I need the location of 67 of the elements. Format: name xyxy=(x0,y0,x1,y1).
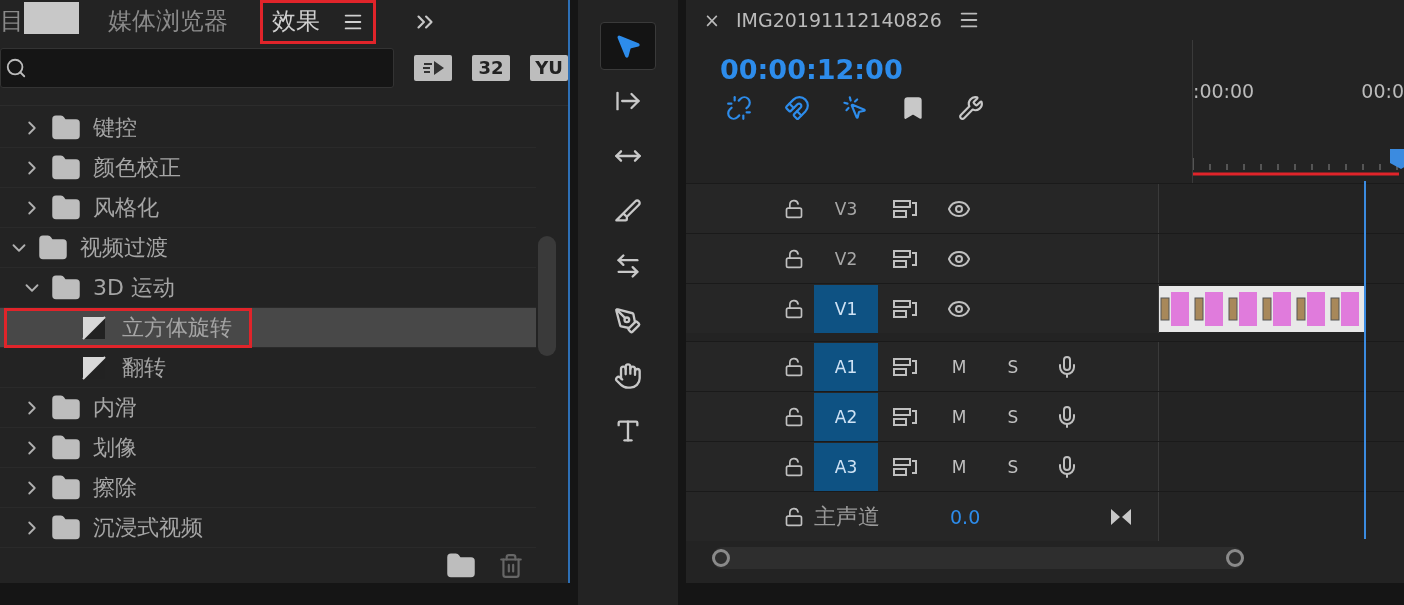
lock-icon[interactable] xyxy=(784,198,804,219)
scroll-handle[interactable] xyxy=(1226,549,1244,567)
tree-item[interactable]: 风格化 xyxy=(0,188,536,229)
track-name: 主声道 xyxy=(814,502,880,531)
tree-item[interactable]: 颜色校正 xyxy=(0,148,536,189)
panel-tab[interactable]: 目 xyxy=(0,0,24,44)
tree-item[interactable]: 视频过渡 xyxy=(0,228,536,269)
ruler-label: :00:00 xyxy=(1193,80,1255,102)
tree-item[interactable]: 擦除 xyxy=(0,468,536,509)
play-icon xyxy=(421,58,445,77)
highlight-frame: 立方体旋转 xyxy=(6,309,250,346)
track-target[interactable]: A1 xyxy=(814,342,878,391)
track-target[interactable]: V2 xyxy=(814,234,878,283)
tree-item[interactable]: 划像 xyxy=(0,428,536,469)
filter-button[interactable]: 32 xyxy=(472,54,510,81)
trash-icon[interactable] xyxy=(498,552,524,579)
lock-icon[interactable] xyxy=(784,456,804,477)
tool-button[interactable] xyxy=(600,22,656,70)
ruler-label: 00:0 xyxy=(1361,80,1404,102)
scroll-handle[interactable] xyxy=(712,549,730,567)
wrench-icon xyxy=(958,95,984,121)
lock-icon[interactable] xyxy=(784,298,804,319)
pointer-icon xyxy=(842,95,868,121)
solo-button[interactable]: S xyxy=(986,356,1040,377)
tree-item[interactable]: 键控 xyxy=(0,108,536,149)
search-icon xyxy=(5,56,27,79)
solo-button[interactable]: S xyxy=(986,456,1040,477)
track-output-icon xyxy=(892,298,918,319)
tree-item[interactable]: 内滑 xyxy=(0,388,536,429)
lock-icon[interactable] xyxy=(784,406,804,427)
tree-item[interactable]: 翻转 xyxy=(0,348,536,389)
transition-icon xyxy=(82,315,106,340)
bowtie-icon[interactable] xyxy=(1110,507,1133,526)
track-output-icon xyxy=(892,356,918,377)
mute-button[interactable]: M xyxy=(932,406,986,427)
master-volume[interactable]: 0.0 xyxy=(950,505,981,528)
track-target[interactable]: V1 xyxy=(814,284,878,333)
mute-button[interactable]: M xyxy=(932,356,986,377)
track-output-icon xyxy=(892,248,918,269)
track-output-icon xyxy=(892,406,918,427)
track-target[interactable]: A2 xyxy=(814,392,878,441)
lock-icon[interactable] xyxy=(784,248,804,269)
panel-tab[interactable]: 媒体浏览器 xyxy=(108,0,228,44)
hand-icon xyxy=(614,362,642,390)
search-field[interactable] xyxy=(0,47,394,88)
pen-icon xyxy=(614,307,642,335)
filter-button[interactable]: YU xyxy=(530,54,568,81)
mute-button[interactable]: M xyxy=(932,456,986,477)
lock-icon[interactable] xyxy=(784,506,804,527)
blade-icon xyxy=(614,197,642,225)
video-clip[interactable] xyxy=(1159,285,1364,332)
track-target[interactable]: A3 xyxy=(814,442,878,491)
timecode[interactable]: 00:00:12:00 xyxy=(720,54,1192,85)
track-output-icon xyxy=(892,198,918,219)
magnet-icon xyxy=(784,95,810,121)
track-target[interactable]: V3 xyxy=(814,184,878,233)
lock-icon[interactable] xyxy=(784,356,804,377)
zoom-scrollbar[interactable] xyxy=(712,547,1244,569)
tree-item[interactable]: 立方体旋转 xyxy=(0,308,536,349)
accelerated-filter-button[interactable] xyxy=(414,54,452,81)
panel-tab[interactable]: 效果 xyxy=(272,0,320,44)
track-output-icon xyxy=(892,456,918,477)
tree-item[interactable]: 沉浸式视频 xyxy=(0,508,536,549)
sequence-tab[interactable]: IMG20191112140826 xyxy=(735,9,942,31)
solo-button[interactable]: S xyxy=(986,406,1040,427)
unlink-icon xyxy=(726,95,752,121)
close-button[interactable]: × xyxy=(704,9,720,31)
